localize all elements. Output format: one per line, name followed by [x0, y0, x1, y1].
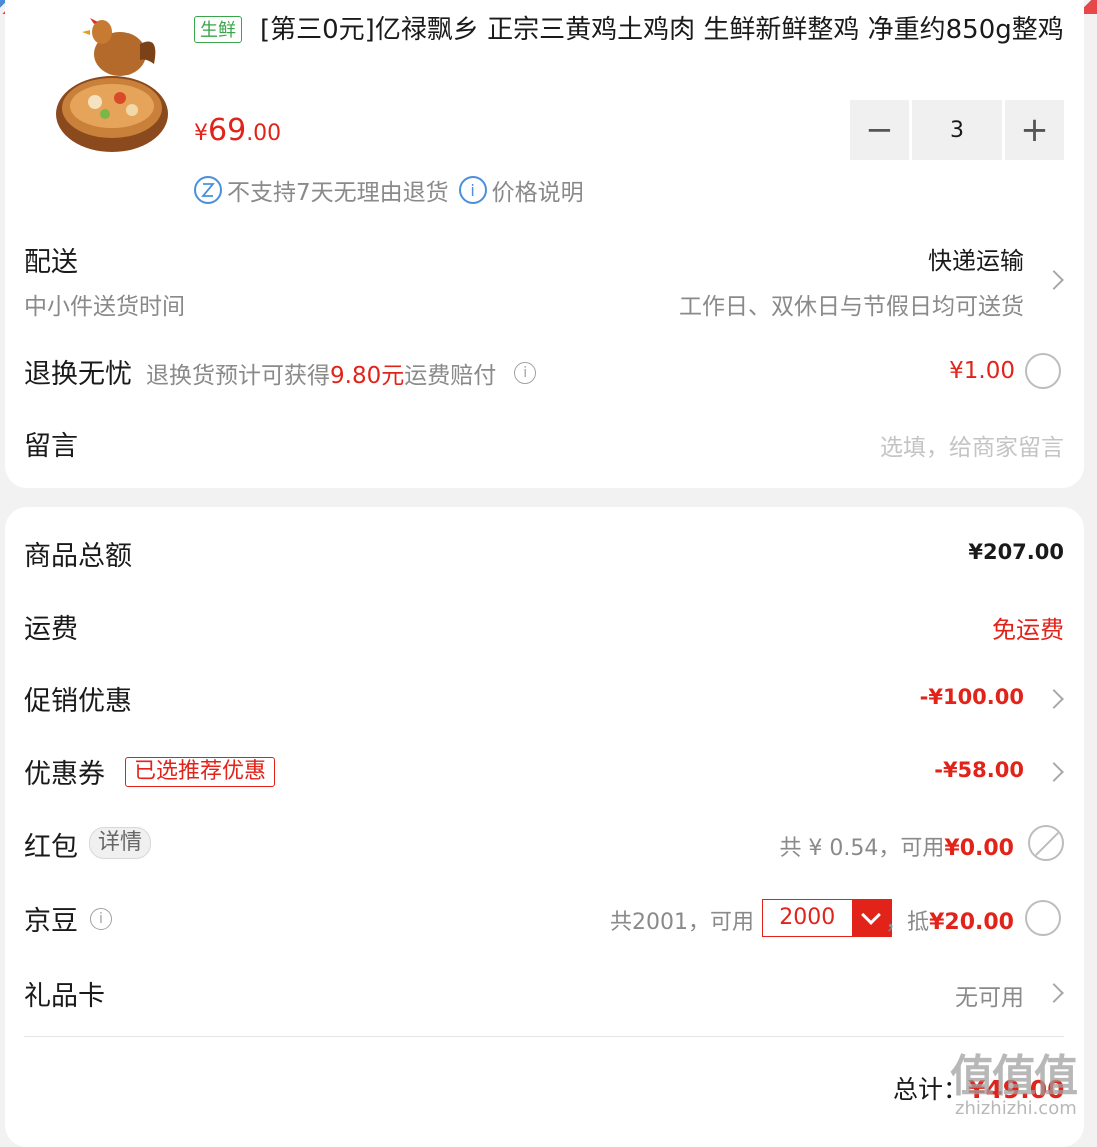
shipping-label: 运费	[24, 614, 78, 645]
jdbean-label-row: 京豆 i	[24, 899, 112, 938]
message-input[interactable]: 选填，给商家留言	[880, 428, 1064, 462]
shipping-value: 免运费	[992, 616, 1064, 644]
giftcard-value[interactable]: 无可用	[955, 978, 1024, 1012]
product-image[interactable]	[50, 14, 170, 159]
jdbean-deduct-prefix: ，抵	[885, 910, 930, 935]
goods-total-label: 商品总额	[24, 541, 132, 572]
jdbean-select[interactable]: 2000	[762, 899, 892, 937]
price-currency: ¥	[194, 121, 208, 146]
increase-button[interactable]: +	[1005, 100, 1064, 160]
delivery-time-value[interactable]: 工作日、双休日与节假日均可送货	[679, 287, 1024, 321]
price-integer: 69	[208, 113, 247, 148]
info-icon[interactable]: i	[90, 907, 112, 930]
price-note-link[interactable]: 价格说明	[492, 173, 584, 207]
return-insurance-radio[interactable]	[1025, 353, 1061, 389]
giftcard-label: 礼品卡	[24, 981, 105, 1012]
redpack-label: 红包	[24, 832, 78, 863]
watermark-logo: 值值值	[950, 1051, 1078, 1102]
promo-value[interactable]: -¥100.00	[920, 685, 1024, 709]
no-return-note: 不支持7天无理由退货	[227, 180, 449, 206]
divider	[24, 1036, 1064, 1037]
disabled-radio-icon	[1028, 825, 1064, 861]
return-insurance-label: 退换无忧	[24, 359, 132, 390]
redpack-available-text: 共 ¥ 0.54，可用	[779, 836, 945, 861]
info-icon[interactable]: i	[458, 176, 487, 204]
jdbean-deduct-value: ¥20.00	[929, 910, 1014, 935]
jdbean-deduct: ，抵¥20.00	[885, 904, 1014, 936]
return-desc-suffix: 运费赔付	[404, 363, 497, 389]
redpack-value: ¥0.00	[944, 836, 1014, 861]
coupon-label: 优惠券	[24, 759, 105, 790]
goods-total-value: ¥207.00	[968, 540, 1064, 564]
delivery-time-label: 中小件送货时间	[24, 294, 185, 320]
message-label: 留言	[24, 431, 78, 462]
coupon-badge: 已选推荐优惠	[125, 757, 276, 787]
quantity-value[interactable]: 3	[912, 100, 1002, 160]
quantity-stepper: − 3 +	[850, 100, 1064, 160]
price-summary-card	[5, 507, 1084, 1147]
return-insurance-desc: 退换货预计可获得 9.80元 运费赔付 i	[146, 356, 537, 390]
watermark-site: zhizhizhi.com	[955, 1098, 1077, 1119]
product-price: ¥69.00	[194, 113, 281, 148]
redpack-info: 共 ¥ 0.54，可用¥0.00	[779, 830, 1014, 862]
return-desc-amount: 9.80元	[330, 363, 405, 389]
jdbean-select-value[interactable]: 2000	[763, 900, 852, 936]
decrease-button[interactable]: −	[850, 100, 909, 160]
delivery-method[interactable]: 快递运输	[928, 241, 1024, 276]
product-title[interactable]: [第三0元]亿禄飘乡 正宗三黄鸡土鸡肉 生鲜新鲜整鸡 净重约850g整鸡	[194, 10, 1064, 50]
redpack-detail-button[interactable]: 详情	[89, 827, 152, 859]
promo-label: 促销优惠	[24, 686, 132, 717]
no-return-icon	[194, 176, 222, 204]
product-notes: 不支持7天无理由退货 i 价格说明	[194, 173, 584, 207]
info-icon[interactable]: i	[514, 362, 537, 384]
return-insurance-price: ¥1.00	[949, 358, 1015, 384]
jdbean-total: 共2001，可用	[610, 910, 754, 935]
return-desc-prefix: 退换货预计可获得	[146, 363, 330, 389]
delivery-label: 配送	[24, 247, 78, 278]
jdbean-radio[interactable]	[1025, 900, 1061, 936]
coupon-value[interactable]: -¥58.00	[934, 758, 1024, 782]
price-decimal: .00	[246, 121, 282, 146]
jdbean-label: 京豆	[24, 906, 78, 937]
